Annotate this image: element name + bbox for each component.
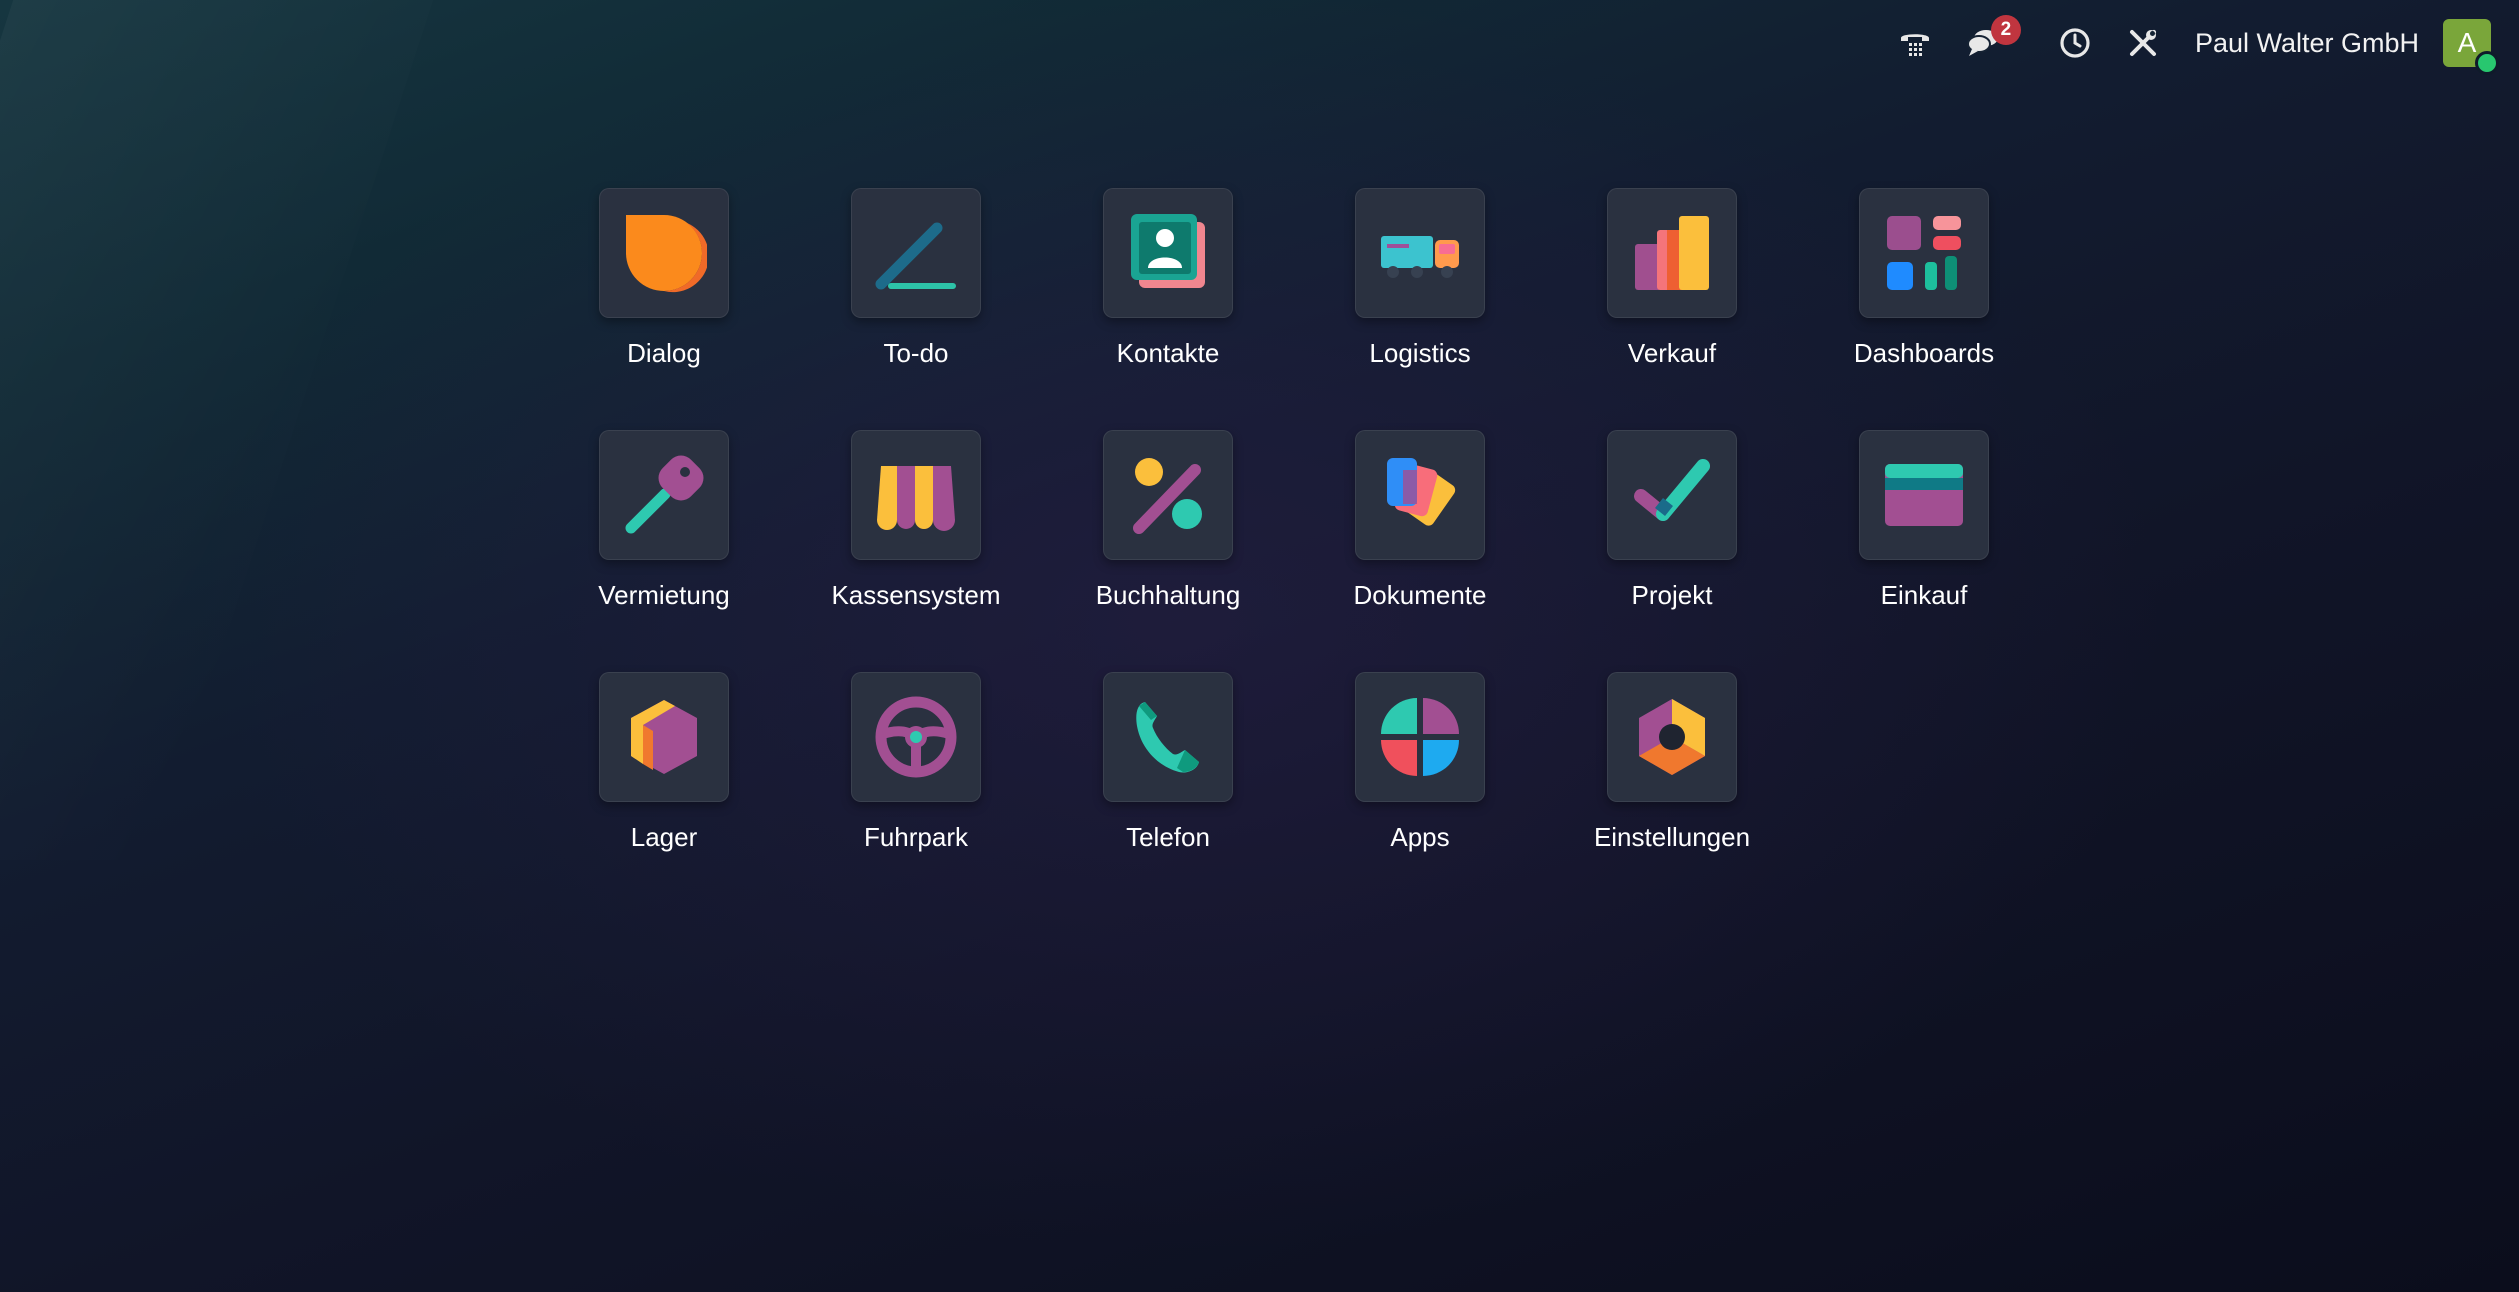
app-vermietung[interactable]: Vermietung xyxy=(538,430,790,672)
app-tile xyxy=(1355,672,1485,802)
percent-icon xyxy=(1133,458,1202,534)
settings-icon xyxy=(1639,699,1705,775)
app-label: Einstellungen xyxy=(1593,822,1751,852)
app-dialog[interactable]: Dialog xyxy=(538,188,790,430)
app-fuhrpark[interactable]: Fuhrpark xyxy=(790,672,1042,914)
dialog-icon xyxy=(626,215,707,293)
documents-icon xyxy=(1387,458,1456,526)
app-label: Logistics xyxy=(1369,338,1471,368)
dashboard-icon xyxy=(1887,216,1961,290)
app-tile xyxy=(851,672,981,802)
app-logistics[interactable]: Logistics xyxy=(1294,188,1546,430)
app-label: Dashboards xyxy=(1853,338,1995,368)
app-tile xyxy=(599,188,729,318)
activities-button[interactable] xyxy=(2041,0,2109,86)
steering-wheel-icon xyxy=(875,696,957,778)
app-tile xyxy=(1607,672,1737,802)
app-tile xyxy=(1607,430,1737,560)
app-label: Projekt xyxy=(1631,580,1713,610)
app-verkauf[interactable]: Verkauf xyxy=(1546,188,1798,430)
app-tile xyxy=(1355,430,1485,560)
app-einstellungen[interactable]: Einstellungen xyxy=(1546,672,1798,914)
app-kassensystem[interactable]: Kassensystem xyxy=(790,430,1042,672)
app-tile xyxy=(1859,188,1989,318)
app-label: Einkauf xyxy=(1880,580,1968,610)
avatar: A xyxy=(2443,19,2499,75)
credit-card-icon xyxy=(1885,464,1963,526)
app-dashboards[interactable]: Dashboards xyxy=(1798,188,2050,430)
company-name: Paul Walter GmbH xyxy=(2194,27,2419,58)
chat-icon: 2 xyxy=(1963,15,2021,63)
app-tile xyxy=(1607,188,1737,318)
app-label: Verkauf xyxy=(1627,338,1717,368)
app-label: Fuhrpark xyxy=(863,822,969,852)
app-projekt[interactable]: Projekt xyxy=(1546,430,1798,672)
clock-icon xyxy=(2055,23,2095,63)
debug-tools-button[interactable] xyxy=(2109,0,2177,86)
sales-chart-icon xyxy=(1635,216,1709,290)
box-icon xyxy=(631,700,697,774)
app-apps[interactable]: Apps xyxy=(1294,672,1546,914)
telephone-icon xyxy=(1136,702,1199,773)
app-einkauf[interactable]: Einkauf xyxy=(1798,430,2050,672)
background-streak xyxy=(0,0,447,860)
todo-icon xyxy=(875,222,956,290)
shop-awning-icon xyxy=(877,466,955,531)
apps-icon xyxy=(1381,698,1459,776)
app-label: Vermietung xyxy=(598,580,730,610)
app-kontakte[interactable]: Kontakte xyxy=(1042,188,1294,430)
app-tile xyxy=(1103,430,1233,560)
app-tile xyxy=(1103,188,1233,318)
app-todo[interactable]: To-do xyxy=(790,188,1042,430)
messages-button[interactable]: 2 xyxy=(1949,0,2021,86)
company-switcher[interactable]: Paul Walter GmbH xyxy=(2177,0,2443,86)
app-lager[interactable]: Lager xyxy=(538,672,790,914)
contacts-icon xyxy=(1131,214,1205,288)
messages-badge: 2 xyxy=(1990,15,2021,45)
tools-icon xyxy=(2123,23,2163,63)
presence-indicator xyxy=(2475,51,2499,75)
app-label: Apps xyxy=(1390,822,1450,852)
app-label: Dialog xyxy=(627,338,701,368)
user-menu[interactable]: A xyxy=(2443,0,2499,86)
app-label: Telefon xyxy=(1126,822,1210,852)
app-tile xyxy=(599,430,729,560)
app-label: Lager xyxy=(630,822,698,852)
top-navbar: 2 Paul Walter GmbH A xyxy=(1881,0,2519,86)
avatar-letter: A xyxy=(2457,27,2477,58)
app-label: Kontakte xyxy=(1116,338,1220,368)
key-icon xyxy=(625,455,704,534)
app-tile xyxy=(851,430,981,560)
app-label: To-do xyxy=(883,338,949,368)
app-label: Buchhaltung xyxy=(1095,580,1241,610)
app-tile xyxy=(1103,672,1233,802)
app-tile xyxy=(1859,430,1989,560)
truck-icon xyxy=(1381,236,1459,278)
phone-icon xyxy=(1895,23,1935,63)
app-telefon[interactable]: Telefon xyxy=(1042,672,1294,914)
app-label: Dokumente xyxy=(1353,580,1487,610)
phone-button[interactable] xyxy=(1881,0,1949,86)
app-tile xyxy=(599,672,729,802)
app-label: Kassensystem xyxy=(831,580,1001,610)
app-dokumente[interactable]: Dokumente xyxy=(1294,430,1546,672)
apps-grid: Dialog To-do Kontakte Logistics Verkauf … xyxy=(538,188,2050,914)
app-tile xyxy=(851,188,981,318)
app-tile xyxy=(1355,188,1485,318)
checkmark-icon xyxy=(1634,459,1710,521)
app-buchhaltung[interactable]: Buchhaltung xyxy=(1042,430,1294,672)
